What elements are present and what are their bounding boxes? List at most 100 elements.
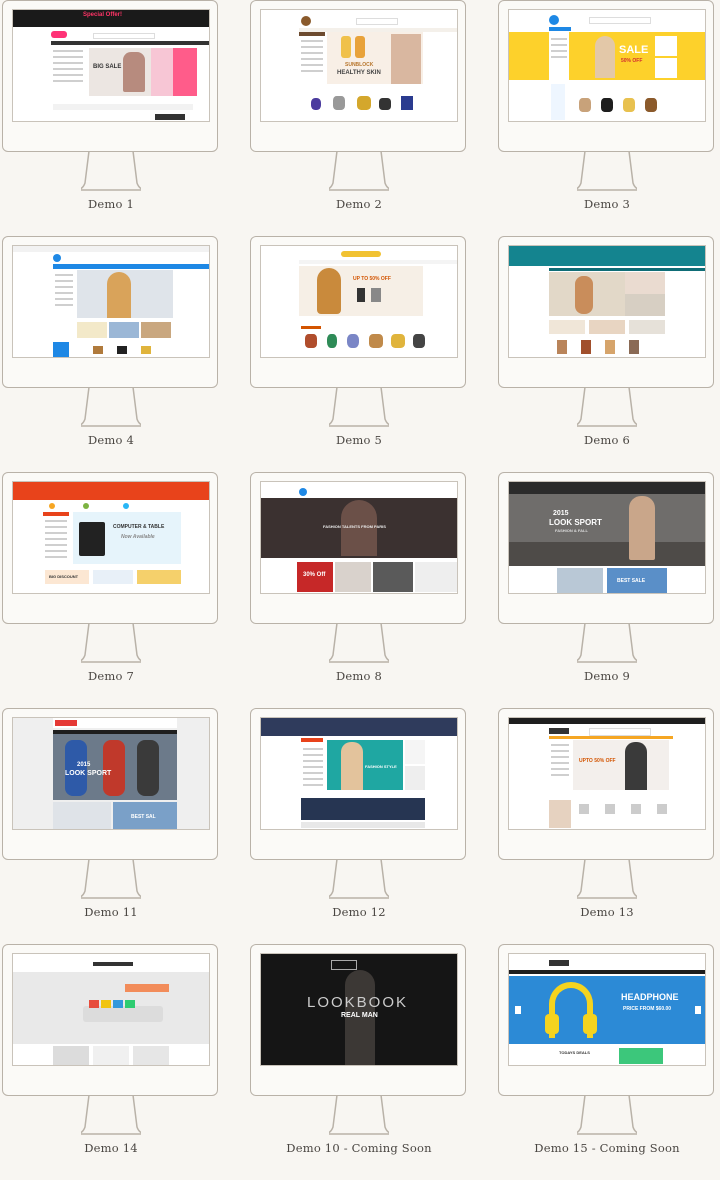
tag-text: BEST SAL [131,814,156,820]
demo-label[interactable]: Demo 7 [0,669,222,683]
banner-text: HEALTHY SKIN [337,70,381,76]
monitor-frame [2,944,218,1096]
monitor-frame: FASHION STYLE [250,708,466,860]
monitor-stand [329,387,389,427]
demo-card-14[interactable]: Demo 14 [0,944,222,1180]
banner-text: FASHION STYLE [365,764,397,769]
monitor-stand [577,623,637,663]
year-text: 2015 [77,762,91,768]
tag-text: TODAYS DEALS [559,1050,590,1055]
demo-screenshot [508,245,706,358]
monitor-stand [329,859,389,899]
monitor-stand [81,1095,141,1135]
demo-label[interactable]: Demo 4 [0,433,222,447]
demo-card-8[interactable]: FASHION TALENTS FROM PARIS 30% Off Demo … [248,472,470,708]
demo-label[interactable]: Demo 9 [496,669,718,683]
banner-text: COMPUTER & TABLE [113,524,165,530]
demo-card-6[interactable]: Demo 6 [496,236,718,472]
demo-screenshot: LOOKBOOK REAL MAN [260,953,458,1066]
banner-subtext: REAL MAN [341,1012,378,1019]
banner-subtext: SUNBLOCK [345,62,374,68]
year-text: 2015 [553,510,569,517]
price-text: PRICE FROM $60.00 [623,1006,672,1012]
demo-screenshot: SUNBLOCK HEALTHY SKIN [260,9,458,122]
monitor-stand [577,1095,637,1135]
monitor-stand [329,623,389,663]
demo-screenshot [12,245,210,358]
demo-label[interactable]: Demo 15 - Coming Soon [496,1141,718,1155]
monitor-frame [2,236,218,388]
monitor-frame: SALE 50% OFF [498,0,714,152]
monitor-frame: 2015 LOOK SPORT BEST SAL [2,708,218,860]
banner-text: LOOKBOOK [307,994,409,1011]
banner-text: LOOK SPORT [65,770,112,777]
demo-label[interactable]: Demo 13 [496,905,718,919]
monitor-frame: UPTO 50% OFF [498,708,714,860]
monitor-frame: FASHION TALENTS FROM PARIS 30% Off [250,472,466,624]
monitor-frame: LOOKBOOK REAL MAN [250,944,466,1096]
demo-label[interactable]: Demo 2 [248,197,470,211]
banner-text: UPTO 50% OFF [579,758,616,764]
demo-screenshot: FASHION TALENTS FROM PARIS 30% Off [260,481,458,594]
monitor-frame: UP TO 50% OFF [250,236,466,388]
monitor-frame [498,236,714,388]
headline-text: FASHION TALENTS FROM PARIS [323,524,386,529]
demo-screenshot: 2015 LOOK SPORT FASHION & FALL BEST SALE [508,481,706,594]
demo-screenshot: UPTO 50% OFF [508,717,706,830]
tag-text: BEST SALE [617,578,646,584]
banner-subtext: Now Available [121,534,155,540]
banner-text: SALE [619,44,649,56]
demo-label[interactable]: Demo 8 [248,669,470,683]
demo-label[interactable]: Demo 6 [496,433,718,447]
demo-card-15[interactable]: HEADPHONE PRICE FROM $60.00 TODAYS DEALS… [496,944,718,1180]
demo-card-3[interactable]: SALE 50% OFF Demo 3 [496,0,718,236]
monitor-frame: HEADPHONE PRICE FROM $60.00 TODAYS DEALS [498,944,714,1096]
banner-text: BIG SALE [93,64,122,70]
monitor-frame: SUNBLOCK HEALTHY SKIN [250,0,466,152]
demo-card-11[interactable]: 2015 LOOK SPORT BEST SAL Demo 11 [0,708,222,944]
monitor-stand [577,387,637,427]
demo-screenshot: Special Offer! BIG SALE [12,9,210,122]
demo-card-1[interactable]: Special Offer! BIG SALE Demo 1 [0,0,222,236]
demo-card-10[interactable]: LOOKBOOK REAL MAN Demo 10 - Coming Soon [248,944,470,1180]
demo-card-13[interactable]: UPTO 50% OFF Demo 13 [496,708,718,944]
demo-card-9[interactable]: 2015 LOOK SPORT FASHION & FALL BEST SALE… [496,472,718,708]
monitor-stand [577,151,637,191]
monitor-frame: COMPUTER & TABLE Now Available BIG DISCO… [2,472,218,624]
demo-screenshot: SALE 50% OFF [508,9,706,122]
monitor-stand [329,1095,389,1135]
banner-subtext: FASHION & FALL [555,528,588,533]
demo-screenshot [12,953,210,1066]
monitor-stand [577,859,637,899]
discount-text: 50% OFF [621,58,643,64]
banner-text: HEADPHONE [621,992,679,1002]
demo-label[interactable]: Demo 12 [248,905,470,919]
monitor-frame: Special Offer! BIG SALE [2,0,218,152]
demo-card-12[interactable]: FASHION STYLE Demo 12 [248,708,470,944]
demo-screenshot: HEADPHONE PRICE FROM $60.00 TODAYS DEALS [508,953,706,1066]
demo-card-5[interactable]: UP TO 50% OFF Demo 5 [248,236,470,472]
monitor-stand [81,387,141,427]
demo-card-2[interactable]: SUNBLOCK HEALTHY SKIN Demo 2 [248,0,470,236]
discount-text: 30% Off [303,572,326,578]
monitor-stand [329,151,389,191]
demo-screenshot: 2015 LOOK SPORT BEST SAL [12,717,210,830]
demo-label[interactable]: Demo 14 [0,1141,222,1155]
demo-label[interactable]: Demo 10 - Coming Soon [248,1141,470,1155]
demo-label[interactable]: Demo 5 [248,433,470,447]
demo-screenshot: COMPUTER & TABLE Now Available BIG DISCO… [12,481,210,594]
offer-text: Special Offer! [83,12,123,18]
demo-screenshot: UP TO 50% OFF [260,245,458,358]
monitor-stand [81,623,141,663]
monitor-frame: 2015 LOOK SPORT FASHION & FALL BEST SALE [498,472,714,624]
monitor-stand [81,151,141,191]
banner-text: UP TO 50% OFF [353,276,391,282]
demo-screenshot: FASHION STYLE [260,717,458,830]
demo-label[interactable]: Demo 1 [0,197,222,211]
demo-card-4[interactable]: Demo 4 [0,236,222,472]
demo-label[interactable]: Demo 3 [496,197,718,211]
demo-label[interactable]: Demo 11 [0,905,222,919]
demo-card-7[interactable]: COMPUTER & TABLE Now Available BIG DISCO… [0,472,222,708]
monitor-stand [81,859,141,899]
discount-text: BIG DISCOUNT [49,574,79,579]
